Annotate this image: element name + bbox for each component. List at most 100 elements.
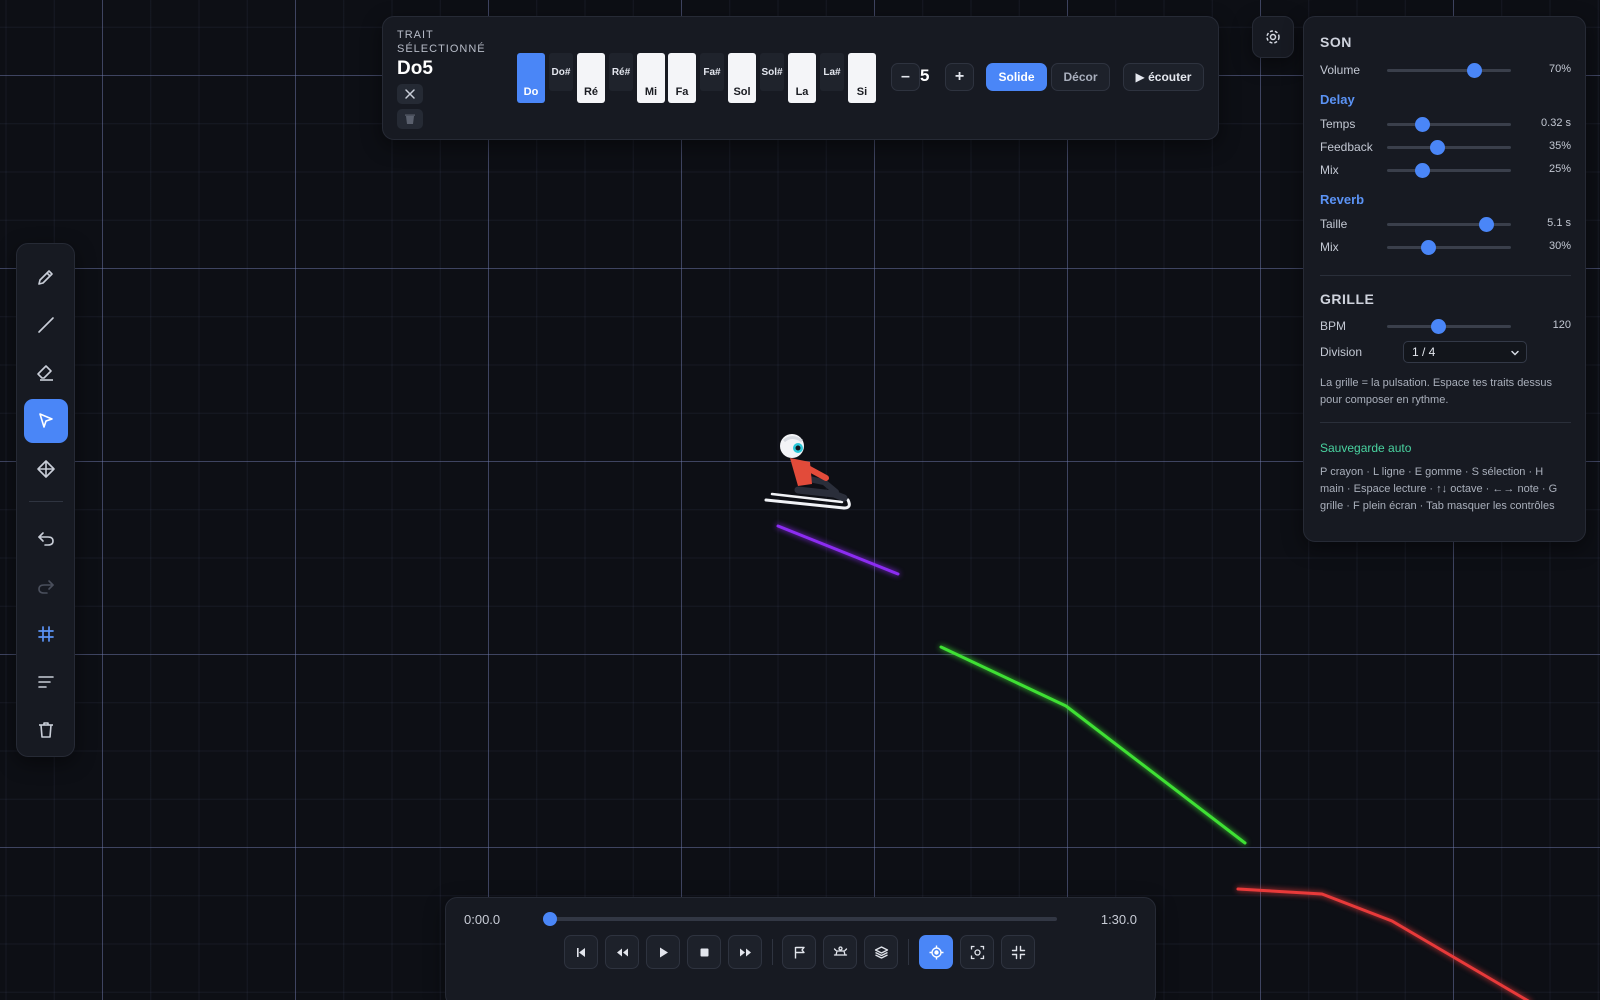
pencil-icon: [37, 270, 53, 285]
reverb-section-title: Reverb: [1320, 192, 1365, 207]
reverb-mix-label: Mix: [1320, 240, 1339, 254]
move-icon: [36, 460, 55, 478]
delay-feedback-slider-thumb[interactable]: [1429, 140, 1445, 155]
key-mi[interactable]: Mi: [637, 53, 665, 103]
volume-slider-thumb[interactable]: [1466, 63, 1482, 78]
total-time: 1:30.0: [1100, 912, 1137, 927]
key-sol-sharp[interactable]: Sol#: [760, 53, 784, 91]
toolbar-divider: [28, 501, 63, 502]
grid-hint-text: La grille = la pulsation. Espace tes tra…: [1320, 377, 1553, 406]
rewind-to-start-button[interactable]: [564, 935, 598, 969]
undo-button[interactable]: [24, 516, 68, 560]
align-left-icon: [37, 676, 54, 688]
redo-button[interactable]: [24, 564, 68, 608]
key-re[interactable]: Ré: [577, 53, 605, 103]
octave-down-button[interactable]: –: [891, 63, 920, 91]
solid-mode-button[interactable]: Solide: [986, 63, 1047, 91]
delay-mix-slider[interactable]: [1387, 163, 1511, 178]
division-select-value: 1 / 4: [1412, 345, 1436, 359]
bpm-slider[interactable]: [1387, 319, 1511, 334]
reverb-size-slider-thumb[interactable]: [1479, 217, 1495, 232]
sled-rider-icon: [764, 434, 851, 510]
octave-value: 5: [920, 66, 930, 85]
focus-view-button[interactable]: [960, 935, 994, 969]
delay-feedback-slider[interactable]: [1387, 140, 1511, 155]
division-label: Division: [1320, 345, 1363, 359]
autosave-status: Sauvegarde auto: [1320, 441, 1412, 455]
delay-time-slider-thumb[interactable]: [1414, 117, 1430, 132]
layers-button[interactable]: [864, 935, 898, 969]
select-tool-button[interactable]: [23, 399, 68, 443]
bpm-row: BPM 120: [1320, 317, 1571, 335]
decor-mode-button[interactable]: Décor: [1051, 63, 1110, 91]
eraser-icon: [36, 365, 53, 381]
key-sol[interactable]: Sol: [728, 53, 756, 103]
delete-stroke-button[interactable]: [397, 109, 423, 129]
reverb-mix-slider[interactable]: [1387, 240, 1511, 255]
settings-button[interactable]: [1252, 16, 1294, 58]
stroke-purple[interactable]: [776, 524, 900, 576]
division-select[interactable]: 1 / 4: [1403, 341, 1527, 363]
follow-camera-button[interactable]: [919, 935, 953, 969]
key-la-sharp[interactable]: La#: [820, 53, 844, 91]
volume-row: Volume 70%: [1320, 61, 1571, 79]
octave-up-button[interactable]: +: [945, 63, 974, 91]
close-icon: [405, 89, 415, 99]
key-la[interactable]: La: [788, 53, 816, 103]
volume-label: Volume: [1320, 63, 1361, 77]
delay-mix-row: Mix 25%: [1320, 161, 1571, 179]
reverb-mix-slider-thumb[interactable]: [1420, 240, 1436, 255]
key-re-sharp[interactable]: Ré#: [609, 53, 633, 91]
focus-icon: [970, 945, 984, 959]
key-do[interactable]: Do: [517, 53, 545, 103]
sled-icon: [833, 945, 847, 956]
clear-all-button[interactable]: [24, 708, 68, 752]
pan-tool-button[interactable]: [24, 447, 68, 491]
keyboard-shortcuts-text: P crayon · L ligne · E gomme · S sélecti…: [1320, 466, 1558, 512]
selected-stroke-panel: TRAIT SÉLECTIONNÉ Do5 Do Do# Ré Ré# Mi F…: [382, 16, 1219, 140]
bpm-slider-thumb[interactable]: [1430, 319, 1446, 334]
rewind-button[interactable]: [605, 935, 639, 969]
delay-time-slider[interactable]: [1387, 117, 1511, 132]
reverb-mix-row: Mix 30%: [1320, 238, 1571, 256]
key-do-sharp[interactable]: Do#: [549, 53, 573, 91]
collapse-icon: [1011, 945, 1025, 959]
start-flag-button[interactable]: [782, 935, 816, 969]
key-fa-sharp[interactable]: Fa#: [700, 53, 724, 91]
pencil-tool-button[interactable]: [24, 255, 68, 299]
delay-mix-slider-thumb[interactable]: [1414, 163, 1430, 178]
crosshair-icon: [929, 945, 943, 959]
timeline-scrubber[interactable]: [543, 912, 1057, 926]
reverb-size-label: Taille: [1320, 217, 1348, 231]
current-time: 0:00.0: [464, 912, 501, 927]
eraser-tool-button[interactable]: [24, 351, 68, 395]
reverb-size-slider[interactable]: [1387, 217, 1511, 232]
key-si[interactable]: Si: [848, 53, 876, 103]
stop-button[interactable]: [687, 935, 721, 969]
delay-time-label: Temps: [1320, 117, 1356, 131]
delay-section-title: Delay: [1320, 92, 1355, 107]
grid-toggle-button[interactable]: [24, 612, 68, 656]
fast-forward-button[interactable]: [728, 935, 762, 969]
stroke-green[interactable]: [939, 645, 1247, 845]
line-tool-button[interactable]: [24, 303, 68, 347]
align-button[interactable]: [24, 660, 68, 704]
fast-forward-icon: [739, 948, 751, 956]
listen-button[interactable]: ▶ écouter: [1123, 63, 1204, 91]
play-icon: [659, 947, 668, 957]
deselect-button[interactable]: [397, 84, 423, 104]
key-fa[interactable]: Fa: [668, 53, 696, 103]
gear-icon: [1266, 30, 1280, 44]
flag-icon: [794, 946, 805, 958]
stroke-red[interactable]: [1236, 887, 1530, 1000]
chevron-down-icon: [1511, 350, 1519, 356]
delay-mix-label: Mix: [1320, 163, 1339, 177]
transport-divider: [772, 939, 773, 965]
rider-button[interactable]: [823, 935, 857, 969]
grid-icon: [37, 626, 54, 642]
delay-time-value: 0.32 s: [1541, 117, 1571, 129]
play-button[interactable]: [646, 935, 680, 969]
volume-slider[interactable]: [1387, 63, 1511, 78]
exit-fullscreen-button[interactable]: [1001, 935, 1035, 969]
timeline-playhead[interactable]: [543, 912, 557, 926]
